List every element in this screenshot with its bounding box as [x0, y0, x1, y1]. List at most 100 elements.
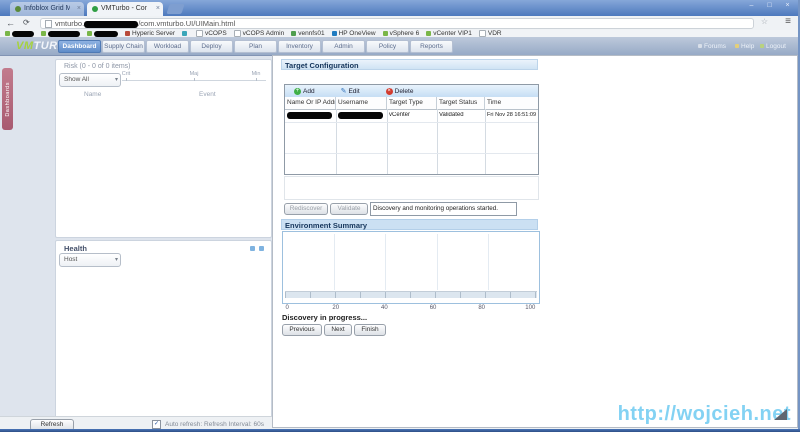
browser-menu-icon[interactable]: ≡ — [785, 16, 791, 27]
risk-panel-title: Risk (0 - 0 of 0 items) — [64, 63, 131, 70]
refresh-icon[interactable]: ⟳ — [23, 17, 30, 29]
url-prefix: vmturbo. — [55, 19, 84, 28]
column-header-name[interactable]: Name — [84, 91, 101, 98]
server-icon — [291, 31, 296, 36]
rediscover-button[interactable]: Rediscover — [284, 203, 328, 215]
browser-tab-infoblox[interactable]: Infoblox Grid Manager - k.2 × — [10, 2, 84, 16]
link-label: Forums — [704, 43, 726, 50]
tab-policy[interactable]: Policy — [366, 40, 409, 53]
forums-link[interactable]: Forums — [698, 43, 726, 50]
leaf-icon — [5, 31, 10, 36]
tab-workload[interactable]: Workload — [146, 40, 189, 53]
bookmark-vennfs01[interactable]: vennfs01 — [291, 30, 324, 37]
page-icon — [45, 20, 52, 28]
risk-panel: Risk (0 - 0 of 0 items) Show All ▾ Crit … — [55, 59, 272, 238]
col-username[interactable]: Username — [336, 97, 387, 109]
new-tab-button[interactable] — [166, 4, 184, 14]
col-name-or-ip[interactable]: Name Or IP Address — [285, 97, 336, 109]
cell-username — [338, 112, 383, 119]
logout-link[interactable]: Logout — [760, 43, 786, 50]
edit-button[interactable]: ✎Edit — [341, 87, 360, 95]
bookmark-label: Hyperic Server — [132, 30, 175, 37]
tab-dashboard[interactable]: Dashboard — [58, 40, 101, 53]
redacted-text — [48, 31, 80, 37]
tab-title: VMTurbo - Converge, Contr — [101, 2, 147, 16]
panel-grid-icon[interactable] — [250, 246, 255, 251]
bookmark-vsphere6[interactable]: vSphere 6 — [383, 30, 420, 37]
sidebar-tab-dashboards[interactable]: Dashboards — [2, 68, 13, 130]
bookmark-hp-oneview[interactable]: HP OneView — [332, 30, 376, 37]
slider-label-min: Min — [252, 71, 261, 77]
tab-supply-chain[interactable]: Supply Chain — [102, 40, 145, 53]
validate-button[interactable]: Validate — [330, 203, 368, 215]
tab-close-icon[interactable]: × — [77, 2, 81, 16]
button-label: Delete — [395, 88, 414, 95]
add-button[interactable]: +Add — [294, 88, 315, 95]
finish-button[interactable]: Finish — [354, 324, 386, 336]
targets-table: +Add ✎Edit ×Delete Name Or IP Address Us… — [284, 84, 539, 175]
resize-grip[interactable] — [774, 409, 787, 420]
bookmark-vdr[interactable]: VDR — [479, 30, 502, 37]
tab-admin[interactable]: Admin — [322, 40, 365, 53]
bookmark-unlabeled[interactable] — [182, 31, 189, 36]
column-header-event[interactable]: Event — [199, 91, 216, 98]
slider-tick — [256, 78, 257, 81]
tab-close-icon[interactable]: × — [156, 2, 160, 16]
bookmark-vcenter-vip1[interactable]: vCenter VIP1 — [426, 30, 472, 37]
bookmark-label: VDR — [488, 30, 502, 37]
tab-inventory[interactable]: Inventory — [278, 40, 321, 53]
health-panel-title: Health — [64, 244, 87, 253]
hyperic-icon — [125, 31, 130, 36]
forums-icon — [698, 44, 702, 48]
redacted-text — [84, 21, 138, 28]
bookmark-redacted[interactable] — [87, 31, 118, 37]
tab-plan[interactable]: Plan — [234, 40, 277, 53]
back-icon[interactable]: ← — [6, 17, 15, 29]
add-icon: + — [294, 88, 301, 95]
redacted-text — [287, 112, 332, 119]
col-time[interactable]: Time — [485, 97, 537, 109]
bookmark-star-icon[interactable]: ☆ — [761, 17, 768, 26]
edit-icon: ✎ — [341, 87, 347, 95]
help-link[interactable]: Help — [735, 43, 754, 50]
delete-button[interactable]: ×Delete — [386, 88, 414, 95]
bookmark-label: vCenter VIP1 — [433, 30, 472, 37]
health-filter-dropdown[interactable]: Host ▾ — [59, 253, 121, 267]
x-axis — [285, 291, 537, 298]
bookmark-vcops[interactable]: vCOPS — [196, 30, 227, 37]
table-body: vCenter Validated Fri Nov 28 16:51:09 — [285, 109, 538, 174]
table-row[interactable]: vCenter Validated Fri Nov 28 16:51:09 — [285, 109, 538, 122]
bookmark-redacted[interactable] — [41, 31, 80, 37]
col-target-type[interactable]: Target Type — [387, 97, 437, 109]
browser-window: Infoblox Grid Manager - k.2 × VMTurbo - … — [0, 0, 800, 432]
auto-refresh-checkbox[interactable]: ✓ — [152, 420, 161, 429]
maximize-icon[interactable]: □ — [763, 1, 776, 10]
bookmark-label: vennfs01 — [298, 30, 324, 37]
close-icon[interactable]: × — [781, 1, 794, 10]
panel-refresh-icon[interactable] — [259, 246, 264, 251]
link-label: Help — [741, 43, 754, 50]
slider-label-maj: Maj — [190, 71, 199, 77]
url-bar[interactable]: vmturbo./com.vmturbo.UI/UIMain.html — [40, 18, 754, 29]
col-target-status[interactable]: Target Status — [437, 97, 485, 109]
bookmark-vcops-admin[interactable]: vCOPS Admin — [234, 30, 285, 37]
browser-tab-vmturbo[interactable]: VMTurbo - Converge, Contr × — [87, 2, 163, 16]
tab-reports[interactable]: Reports — [410, 40, 453, 53]
risk-filter-dropdown[interactable]: Show All ▾ — [59, 73, 121, 87]
next-button[interactable]: Next — [324, 324, 352, 336]
tick-label: 60 — [430, 305, 437, 311]
page-icon — [196, 30, 203, 37]
watermark: http://wojcieh.net — [618, 403, 791, 426]
discovery-status-field[interactable]: Discovery and monitoring operations star… — [370, 202, 517, 216]
bookmark-redacted[interactable] — [5, 31, 34, 37]
tab-deploy[interactable]: Deploy — [190, 40, 233, 53]
tick-label: 0 — [285, 305, 288, 311]
previous-button[interactable]: Previous — [282, 324, 322, 336]
bookmark-hyperic[interactable]: Hyperic Server — [125, 30, 175, 37]
minimize-icon[interactable]: – — [745, 1, 758, 10]
app-header: VMTURBO Dashboard Supply Chain Workload … — [0, 37, 800, 56]
window-controls: – □ × — [745, 1, 794, 10]
target-configuration-header: Target Configuration — [281, 59, 538, 70]
cell-target-type: vCenter — [389, 112, 435, 118]
tick-label: 20 — [332, 305, 339, 311]
